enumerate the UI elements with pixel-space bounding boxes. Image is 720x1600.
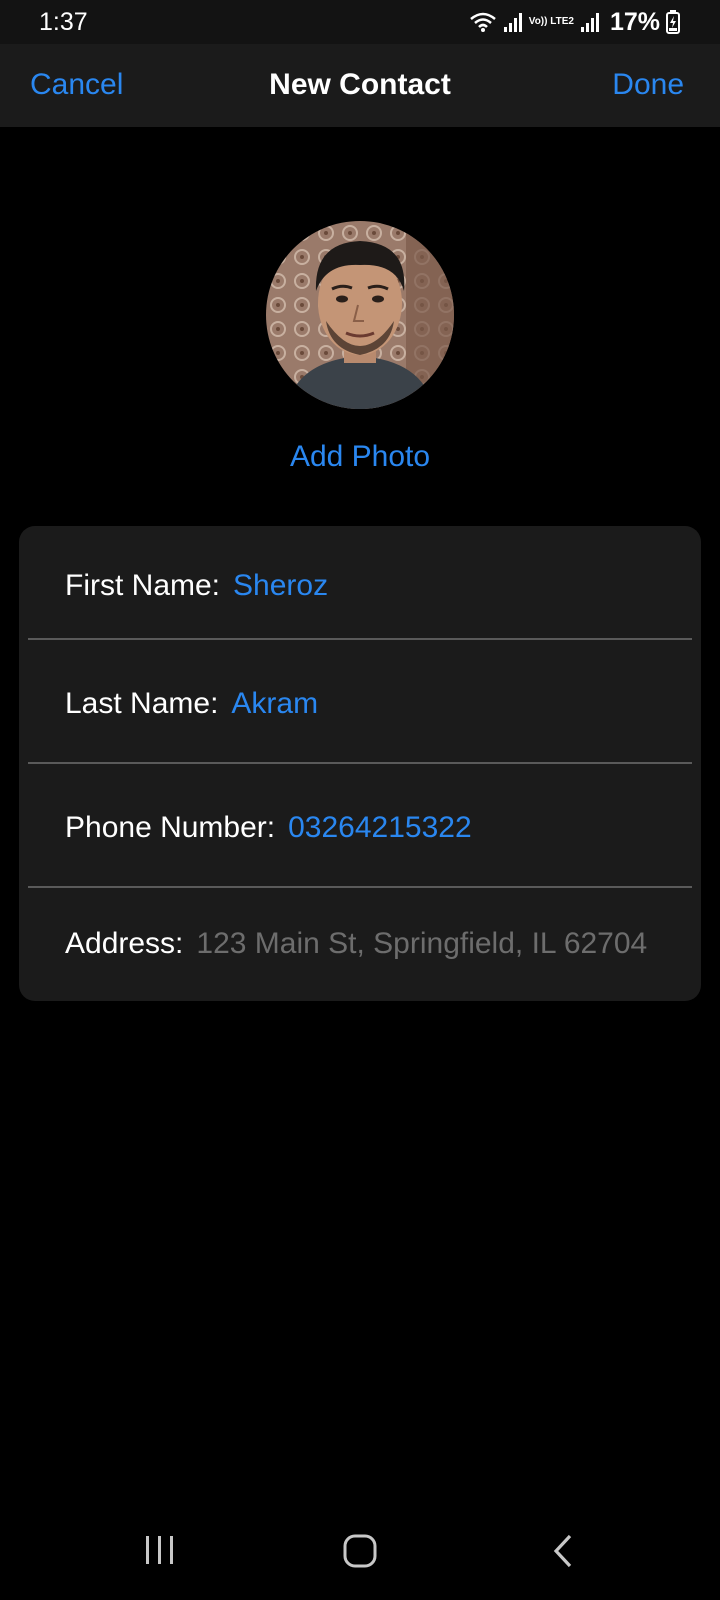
volte-label: Vo)) LTE2 [528, 16, 574, 27]
system-nav-bar [0, 1500, 720, 1600]
back-icon[interactable] [552, 1534, 574, 1568]
recent-apps-icon[interactable] [144, 1534, 176, 1566]
battery-percent: 17% [609, 7, 660, 36]
status-bar: 1:37 Vo)) LTE2 17% [0, 0, 720, 44]
wifi-icon [469, 12, 496, 32]
divider [28, 762, 692, 764]
last-name-label: Last Name: [65, 687, 219, 720]
add-photo-button[interactable]: Add Photo [0, 440, 720, 474]
first-name-label: First Name: [65, 569, 221, 602]
done-button[interactable]: Done [612, 68, 684, 102]
first-name-row[interactable]: First Name: Sheroz [19, 526, 701, 646]
phone-number-row[interactable]: Phone Number: 03264215322 [19, 768, 701, 888]
address-field[interactable]: 123 Main St, Springfield, IL 62704 [196, 927, 647, 961]
cancel-button[interactable]: Cancel [30, 68, 123, 102]
contact-avatar[interactable] [266, 221, 454, 409]
status-icons: Vo)) LTE2 17% [469, 6, 680, 38]
divider [28, 638, 692, 640]
phone-number-label: Phone Number: [65, 811, 276, 844]
avatar-photo [266, 221, 454, 409]
contact-form: First Name: Sheroz Last Name: Akram Phon… [19, 526, 701, 1001]
last-name-field[interactable]: Akram [231, 687, 318, 721]
signal-icon [503, 13, 522, 32]
first-name-field[interactable]: Sheroz [233, 569, 328, 603]
home-icon[interactable] [343, 1534, 377, 1568]
signal-icon [580, 13, 599, 32]
address-row[interactable]: Address: 123 Main St, Springfield, IL 62… [19, 888, 701, 1000]
status-time: 1:37 [39, 8, 88, 36]
last-name-row[interactable]: Last Name: Akram [19, 644, 701, 764]
battery-charging-icon [666, 10, 680, 34]
address-label: Address: [65, 927, 184, 960]
phone-number-field[interactable]: 03264215322 [288, 811, 472, 845]
nav-header: New Contact Cancel Done [0, 44, 720, 127]
